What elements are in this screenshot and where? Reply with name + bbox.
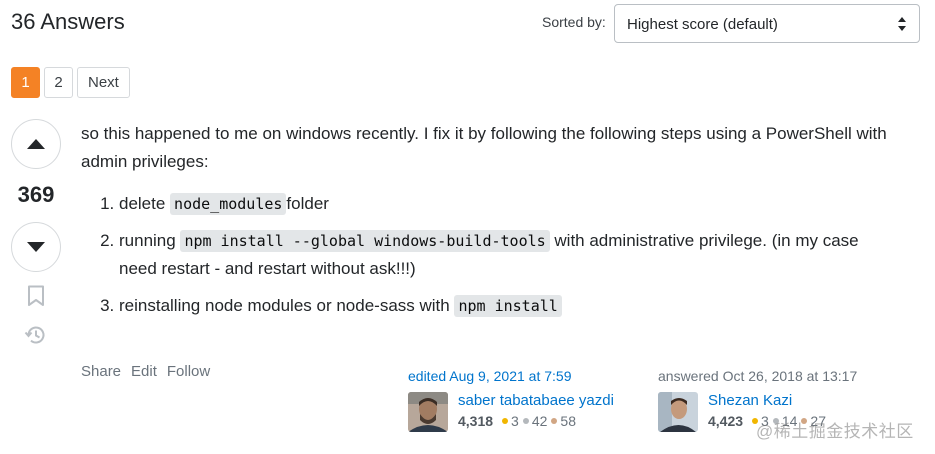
editor-stats: 4,318 3 42 58 <box>458 413 614 429</box>
watermark: @稀土掘金技术社区 <box>756 422 914 441</box>
post-menu: Share Edit Follow <box>81 363 210 380</box>
silver-badge-count: 42 <box>531 413 548 429</box>
editor-reputation: 4,318 <box>458 413 494 429</box>
edit-link[interactable]: Edit <box>131 363 157 380</box>
inline-code: node_modules <box>170 193 287 215</box>
steps-list: delete node_modulesfolder running npm in… <box>119 190 901 320</box>
vote-score: 369 <box>17 182 55 207</box>
step-text: delete <box>119 194 171 213</box>
answered-time: answered Oct 26, 2018 at 13:17 <box>658 368 858 384</box>
downvote-button[interactable] <box>11 222 61 272</box>
inline-code: npm install <box>454 295 562 317</box>
editor-name[interactable]: saber tabatabaee yazdi <box>458 392 614 410</box>
history-icon[interactable] <box>24 323 48 347</box>
bronze-badge-count: 58 <box>560 413 576 429</box>
follow-link[interactable]: Follow <box>167 363 210 380</box>
inline-code: npm install --global windows-build-tools <box>180 230 550 252</box>
arrow-up-icon <box>27 139 45 149</box>
gold-badge-icon <box>502 418 509 424</box>
step-text: reinstalling node modules or node-sass w… <box>119 296 455 315</box>
pagination: 1 2 Next <box>11 67 130 98</box>
sort-select-value: Highest score (default) <box>627 16 778 33</box>
upvote-button[interactable] <box>11 119 61 169</box>
sort-label: Sorted by: <box>542 14 606 30</box>
author-name[interactable]: Shezan Kazi <box>708 392 826 410</box>
answer-intro: so this happened to me on windows recent… <box>81 124 887 171</box>
next-page-button[interactable]: Next <box>77 67 130 98</box>
author-reputation: 4,423 <box>708 413 744 429</box>
step-text: running <box>119 231 181 250</box>
editor-details: saber tabatabaee yazdi 4,318 3 42 58 <box>458 392 614 432</box>
editor-avatar[interactable] <box>408 392 448 432</box>
edited-time-link[interactable]: edited Aug 9, 2021 at 7:59 <box>408 368 643 384</box>
bronze-badge-icon <box>551 418 558 424</box>
page-2-button[interactable]: 2 <box>44 67 73 98</box>
author-avatar[interactable] <box>658 392 698 432</box>
edited-info: edited Aug 9, 2021 at 7:59 saber tabatab… <box>408 368 643 432</box>
page-1-button[interactable]: 1 <box>11 67 40 98</box>
gold-badge-count: 3 <box>511 413 519 429</box>
answer-body: so this happened to me on windows recent… <box>81 120 901 329</box>
answers-count-heading: 36 Answers <box>11 9 125 34</box>
step-text: folder <box>286 194 329 213</box>
list-item: delete node_modulesfolder <box>119 190 901 218</box>
share-link[interactable]: Share <box>81 363 121 380</box>
editor-card: saber tabatabaee yazdi 4,318 3 42 58 <box>408 392 643 432</box>
list-item: reinstalling node modules or node-sass w… <box>119 292 901 320</box>
list-item: running npm install --global windows-bui… <box>119 227 901 283</box>
bookmark-icon[interactable] <box>26 285 46 307</box>
silver-badge-icon <box>522 418 529 424</box>
sort-arrows-icon <box>898 17 906 31</box>
sort-select[interactable]: Highest score (default) <box>614 4 920 43</box>
arrow-down-icon <box>27 242 45 252</box>
